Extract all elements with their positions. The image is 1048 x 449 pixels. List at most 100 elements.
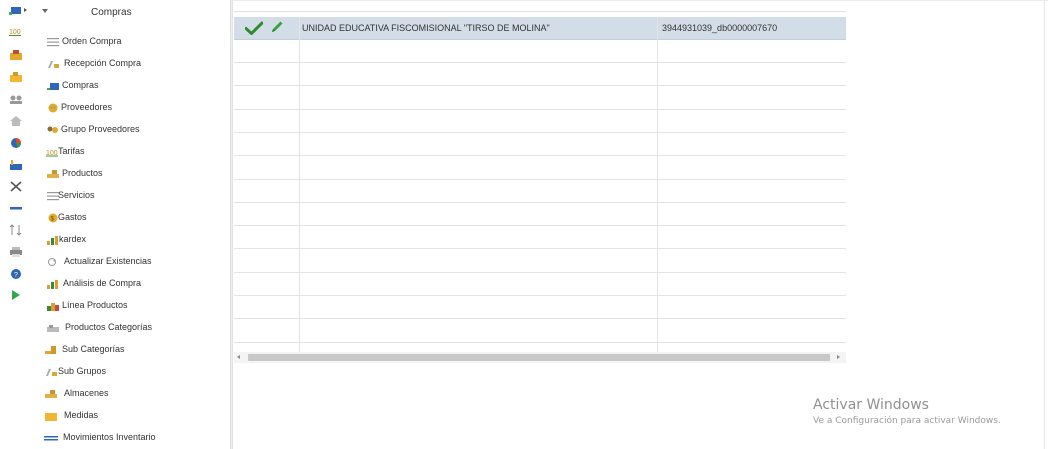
table-row[interactable] xyxy=(234,110,846,133)
folder-icon xyxy=(44,411,58,421)
play-icon[interactable] xyxy=(9,289,23,301)
bar-chart-icon xyxy=(46,279,60,289)
tools-icon[interactable] xyxy=(9,180,23,192)
supplier-icon xyxy=(46,103,60,113)
refresh-icon xyxy=(46,257,60,267)
cell-id: 3944931039_db0000007670 xyxy=(662,23,778,33)
menu-item-gastos[interactable]: $ Gastos xyxy=(38,208,230,228)
receive-icon xyxy=(44,367,58,377)
menu-item-sub-categorías[interactable]: Sub Categorías xyxy=(38,340,230,360)
menu-item-orden-compra[interactable]: Orden Compra xyxy=(38,32,230,52)
menu-item-label: Tarifas xyxy=(58,146,85,156)
pencil-icon[interactable] xyxy=(270,20,284,34)
windows-activation-watermark: Activar Windows Ve a Configuración para … xyxy=(813,397,1001,426)
table-row[interactable] xyxy=(234,273,846,296)
menu-item-label: Sub Grupos xyxy=(58,366,107,376)
table-row[interactable] xyxy=(234,203,846,227)
menu-item-análisis-de-compra[interactable]: Análisis de Compra xyxy=(38,274,230,294)
users-icon[interactable] xyxy=(9,93,23,105)
folder-open-icon[interactable] xyxy=(9,71,23,83)
menu-item-kardex[interactable]: kardex xyxy=(38,230,230,250)
menu-item-sub-grupos[interactable]: Sub Grupos xyxy=(38,362,230,382)
purchases-icon xyxy=(46,81,60,91)
menu-item-productos-categorías[interactable]: Productos Categorías xyxy=(38,318,230,338)
menu-item-label: Actualizar Existencias xyxy=(64,256,152,266)
menu-item-label: Grupo Proveedores xyxy=(61,124,140,134)
menu-item-movimientos-inventario[interactable]: Movimientos Inventario xyxy=(38,428,230,448)
panel-splitter[interactable] xyxy=(230,0,233,449)
table-row[interactable] xyxy=(234,296,846,320)
table-row-selected[interactable]: UNIDAD EDUCATIVA FISCOMISIONAL "TIRSO DE… xyxy=(234,17,846,40)
table-row[interactable] xyxy=(234,180,846,203)
menu-item-label: Compras xyxy=(62,80,99,90)
scroll-left-arrow-icon[interactable] xyxy=(237,355,240,359)
expand-arrow-icon xyxy=(24,8,27,12)
menu-item-actualizar-existencias[interactable]: Actualizar Existencias xyxy=(38,252,230,272)
horizontal-scrollbar[interactable] xyxy=(234,352,846,363)
menu-item-tarifas[interactable]: 100 Tarifas xyxy=(38,142,230,162)
menu-item-productos[interactable]: Productos xyxy=(38,164,230,184)
menu-item-línea-productos[interactable]: Línea Productos xyxy=(38,296,230,316)
menu-item-label: Productos xyxy=(62,168,103,178)
chevron-down-icon[interactable] xyxy=(42,9,48,13)
menu-item-label: Orden Compra xyxy=(62,36,122,46)
supplier-group-icon xyxy=(46,125,60,135)
menu-item-label: Análisis de Compra xyxy=(63,278,142,288)
menu-item-proveedores[interactable]: Proveedores xyxy=(38,98,230,118)
scroll-right-arrow-icon[interactable] xyxy=(837,355,840,359)
menu-item-label: Medidas xyxy=(64,410,99,420)
check-icon[interactable] xyxy=(245,21,263,35)
sort-icon[interactable] xyxy=(9,224,23,236)
module-icon-strip: 100? xyxy=(0,0,38,449)
menu-item-compras[interactable]: Compras xyxy=(38,76,230,96)
column-divider xyxy=(657,17,658,352)
printer-icon[interactable] xyxy=(9,246,23,258)
menu-item-label: Productos Categorías xyxy=(65,322,153,332)
list-icon xyxy=(46,37,60,47)
menu-item-label: Almacenes xyxy=(64,388,109,398)
menu-item-label: Movimientos Inventario xyxy=(63,432,156,442)
receive-icon xyxy=(46,59,60,69)
svg-text:?: ? xyxy=(14,272,18,279)
menu-item-grupo-proveedores[interactable]: Grupo Proveedores xyxy=(38,120,230,140)
data-grid: UNIDAD EDUCATIVA FISCOMISIONAL "TIRSO DE… xyxy=(234,11,846,369)
home-icon[interactable] xyxy=(9,115,23,127)
menu-item-recepción-compra[interactable]: Recepción Compra xyxy=(38,54,230,74)
table-row[interactable] xyxy=(234,133,846,157)
cell-name: UNIDAD EDUCATIVA FISCOMISIONAL "TIRSO DE… xyxy=(302,23,550,33)
compras-menu-panel: Compras Orden Compra Recepción Compra Comp… xyxy=(38,0,230,449)
table-row[interactable] xyxy=(234,320,846,343)
minus-icon[interactable] xyxy=(9,202,23,214)
table-row[interactable] xyxy=(234,63,846,87)
menu-title: Compras xyxy=(91,7,132,18)
help-icon[interactable]: ? xyxy=(9,268,23,280)
module-icon[interactable] xyxy=(9,4,23,16)
factory-icon[interactable] xyxy=(9,159,23,171)
menu-item-label: Recepción Compra xyxy=(64,58,142,68)
svg-text:100: 100 xyxy=(9,29,21,36)
column-divider xyxy=(299,17,300,352)
bar-chart-icon xyxy=(46,235,60,245)
movements-icon xyxy=(44,433,58,443)
table-row[interactable] xyxy=(234,87,846,110)
menu-item-almacenes[interactable]: Almacenes xyxy=(38,384,230,404)
table-row[interactable] xyxy=(234,250,846,273)
subcategories-icon xyxy=(44,345,58,355)
menu-item-label: Línea Productos xyxy=(62,300,128,310)
scrollbar-thumb[interactable] xyxy=(248,354,830,361)
products-icon xyxy=(44,389,58,399)
table-row[interactable] xyxy=(234,226,846,250)
menu-item-label: kardex xyxy=(59,234,87,244)
watermark-subtitle: Ve a Configuración para activar Windows. xyxy=(813,416,1001,426)
menu-header[interactable]: Compras xyxy=(38,6,230,20)
product-line-icon xyxy=(46,301,60,311)
products-icon xyxy=(46,169,60,179)
table-row[interactable] xyxy=(234,40,846,63)
box-icon[interactable] xyxy=(9,49,23,61)
menu-item-label: Proveedores xyxy=(61,102,113,112)
menu-item-servicios[interactable]: Servicios xyxy=(38,186,230,206)
menu-item-medidas[interactable]: Medidas xyxy=(38,406,230,426)
pie-chart-icon[interactable] xyxy=(9,137,23,149)
percent-icon[interactable]: 100 xyxy=(9,26,23,38)
table-row[interactable] xyxy=(234,157,846,180)
